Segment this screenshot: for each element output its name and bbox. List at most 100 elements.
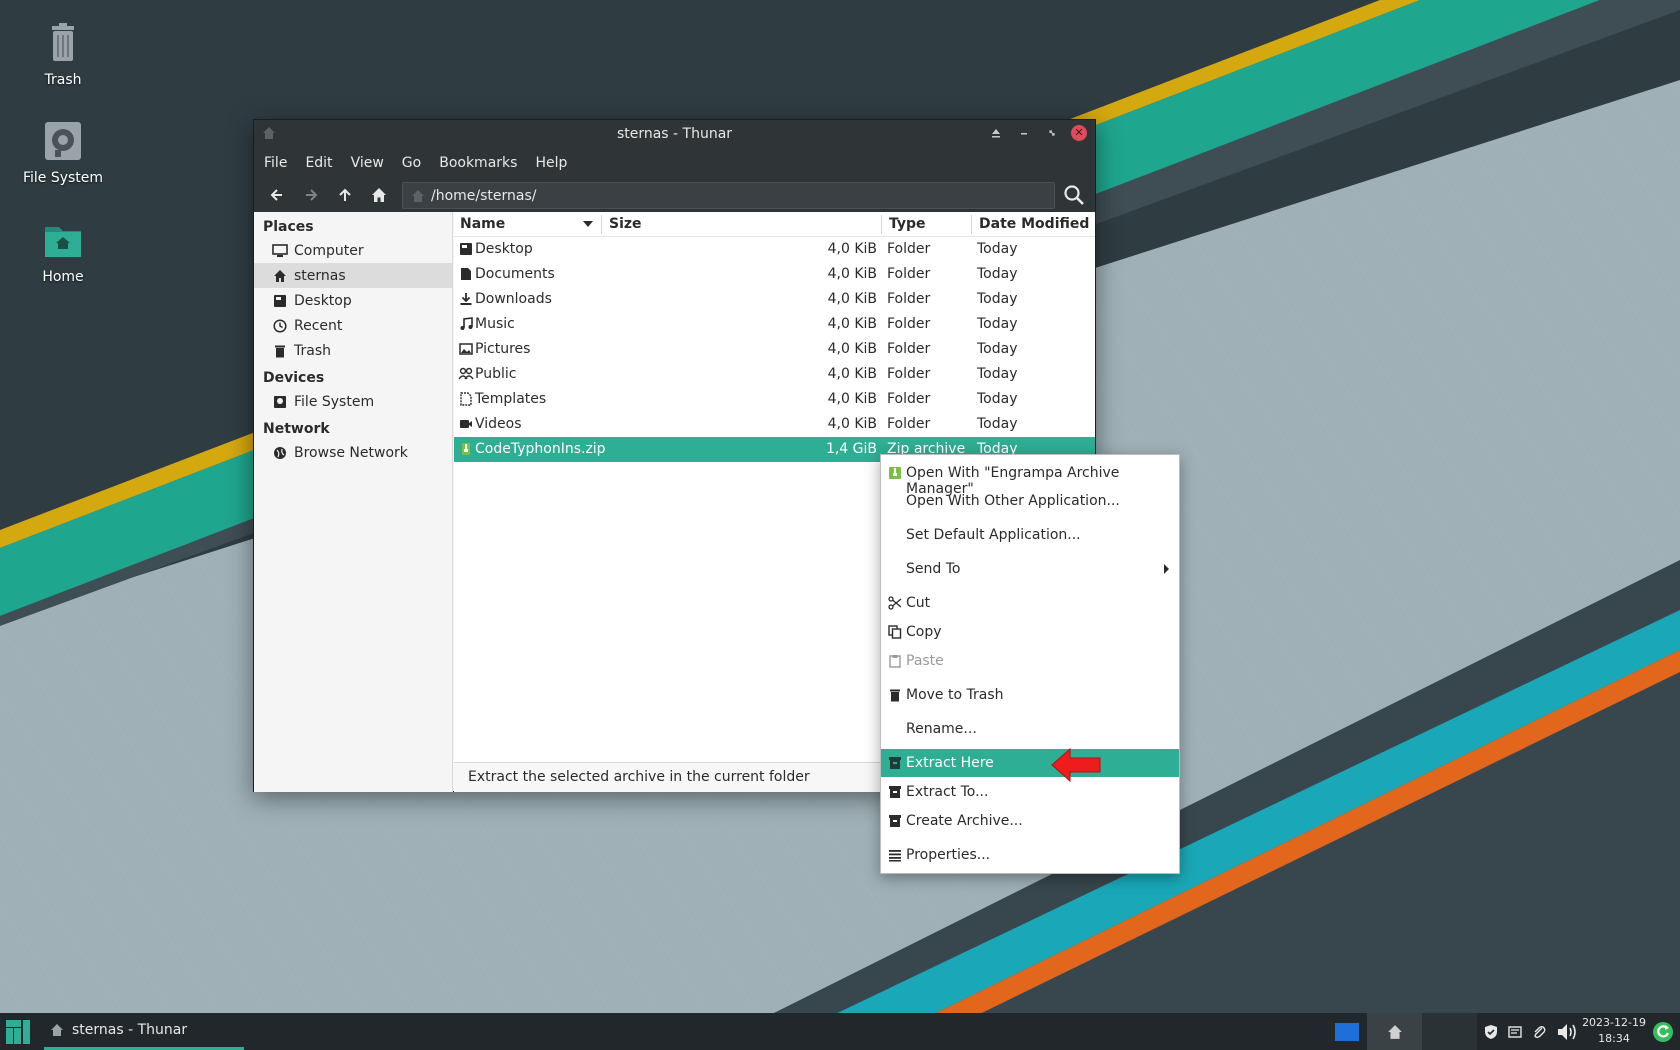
location-bar[interactable]: /home/sternas/ [402, 182, 1055, 209]
home-button[interactable] [366, 182, 392, 208]
column-name[interactable]: Name [460, 216, 505, 232]
file-type: Folder [887, 291, 931, 307]
table-row-public[interactable]: Public 4,0 KiB Folder Today [454, 362, 1095, 387]
column-separator[interactable] [601, 215, 602, 234]
sidebar-item-computer[interactable]: Computer [254, 238, 452, 263]
sidebar-item-desktop[interactable]: Desktop [254, 288, 452, 313]
file-size: 4,0 KiB [827, 391, 877, 407]
pictures-folder-icon [458, 341, 474, 357]
menu-item-cut[interactable]: Cut [881, 589, 1179, 617]
maximize-button[interactable] [1043, 124, 1061, 142]
archive-icon [887, 784, 903, 800]
engrampa-icon [887, 465, 903, 481]
workspace-2[interactable] [1367, 1013, 1422, 1050]
sidebar-item-trash[interactable]: Trash [254, 338, 452, 363]
menu-item-send-to[interactable]: Send To [881, 555, 1179, 583]
parent-folder-button[interactable] [332, 182, 358, 208]
clock-icon [272, 318, 288, 334]
column-separator[interactable] [971, 215, 972, 234]
tray-attachment[interactable] [1529, 1013, 1549, 1050]
taskbar-item-thunar[interactable]: sternas - Thunar [44, 1013, 244, 1050]
tray-clipboard[interactable] [1505, 1013, 1525, 1050]
menu-item-open-with-engrampa[interactable]: Open With "Engrampa Archive Manager" [881, 459, 1179, 497]
table-row-downloads[interactable]: Downloads 4,0 KiB Folder Today [454, 287, 1095, 312]
volume-icon [1558, 1023, 1576, 1040]
file-name: CodeTyphonIns.zip [475, 441, 606, 457]
home-icon [50, 1023, 64, 1041]
menu-bookmarks[interactable]: Bookmarks [439, 155, 517, 171]
table-row-documents[interactable]: Documents 4,0 KiB Folder Today [454, 262, 1095, 287]
menu-go[interactable]: Go [402, 155, 421, 171]
menu-item-open-with-other[interactable]: Open With Other Application... [881, 487, 1179, 515]
tray-shield[interactable] [1481, 1013, 1501, 1050]
menu-view[interactable]: View [351, 155, 384, 171]
menu-item-rename[interactable]: Rename... [881, 715, 1179, 743]
home-icon [272, 268, 288, 284]
table-row-pictures[interactable]: Pictures 4,0 KiB Folder Today [454, 337, 1095, 362]
desktop-icon-file-system[interactable]: File System [8, 120, 118, 186]
menu-item-label: Properties... [906, 847, 991, 863]
tray-volume[interactable] [1554, 1013, 1582, 1050]
sidebar-item-label: Browse Network [294, 444, 408, 461]
menu-item-create-archive[interactable]: Create Archive... [881, 807, 1179, 835]
file-name: Pictures [475, 341, 531, 357]
table-row-templates[interactable]: Templates 4,0 KiB Folder Today [454, 387, 1095, 412]
paperclip-icon [1534, 1025, 1546, 1038]
tray-update[interactable] [1650, 1013, 1676, 1050]
drive-icon [45, 122, 81, 160]
menu-item-paste[interactable]: Paste [881, 647, 1179, 675]
desktop-icon-home[interactable]: Home [8, 219, 118, 285]
shade-button[interactable] [987, 124, 1005, 142]
minimize-button[interactable] [1015, 124, 1033, 142]
menu-edit[interactable]: Edit [305, 155, 332, 171]
desktop-icon-trash[interactable]: Trash [8, 22, 118, 88]
home-icon [372, 188, 386, 202]
column-type[interactable]: Type [889, 216, 926, 232]
sidebar-item-sternas[interactable]: sternas [254, 263, 452, 288]
window-titlebar[interactable]: sternas - Thunar ✕ [254, 120, 1095, 148]
home-folder-icon [45, 227, 81, 257]
menu-item-set-default-application[interactable]: Set Default Application... [881, 521, 1179, 549]
menu-item-properties[interactable]: Properties... [881, 841, 1179, 869]
templates-folder-icon [458, 391, 474, 407]
menu-help[interactable]: Help [535, 155, 567, 171]
menu-item-move-to-trash[interactable]: Move to Trash [881, 681, 1179, 709]
sidebar-item-recent[interactable]: Recent [254, 313, 452, 338]
workspace-1[interactable] [1333, 1013, 1361, 1050]
start-menu-button[interactable] [0, 1013, 35, 1050]
menu-file[interactable]: File [264, 155, 287, 171]
file-type: Folder [887, 241, 931, 257]
menubar: File Edit View Go Bookmarks Help [254, 148, 1095, 178]
close-button[interactable]: ✕ [1071, 125, 1087, 141]
file-size: 4,0 KiB [827, 316, 877, 332]
menu-item-extract-here[interactable]: Extract Here [881, 749, 1179, 777]
menu-item-copy[interactable]: Copy [881, 618, 1179, 646]
file-date: Today [977, 316, 1018, 332]
back-button[interactable] [264, 182, 290, 208]
table-row-music[interactable]: Music 4,0 KiB Folder Today [454, 312, 1095, 337]
documents-folder-icon [458, 266, 474, 282]
file-size: 4,0 KiB [827, 416, 877, 432]
search-button[interactable] [1063, 184, 1085, 210]
sidebar-item-browse-network[interactable]: Browse Network [254, 440, 452, 465]
eject-icon [992, 129, 1000, 138]
videos-folder-icon [458, 416, 474, 432]
column-separator[interactable] [881, 215, 882, 234]
column-size[interactable]: Size [609, 216, 642, 232]
sidebar-item-label: Desktop [294, 292, 352, 309]
workspace-3[interactable] [1422, 1013, 1477, 1050]
clock-date: 2023-12-19 [1582, 1016, 1646, 1029]
window-title: sternas - Thunar [616, 126, 733, 142]
archive-icon [887, 813, 903, 829]
trash-icon [272, 343, 288, 359]
column-date-modified[interactable]: Date Modified [979, 216, 1089, 232]
clock[interactable]: 2023-12-19 18:34 [1582, 1015, 1646, 1047]
table-row-desktop[interactable]: Desktop 4,0 KiB Folder Today [454, 237, 1095, 262]
desktop-icon-label: Home [42, 269, 84, 285]
arrow-left-icon [270, 189, 282, 201]
menu-item-extract-to[interactable]: Extract To... [881, 778, 1179, 806]
close-icon: ✕ [1074, 126, 1084, 139]
sidebar-item-file-system[interactable]: File System [254, 389, 452, 414]
forward-button[interactable] [298, 182, 324, 208]
table-row-videos[interactable]: Videos 4,0 KiB Folder Today [454, 412, 1095, 437]
